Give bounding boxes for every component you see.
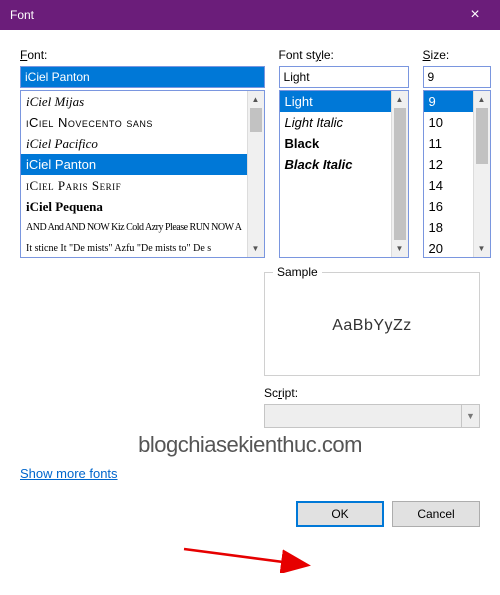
- list-item[interactable]: iCiel Mijas: [21, 91, 247, 112]
- sample-label: Sample: [273, 265, 322, 279]
- font-input[interactable]: [20, 66, 265, 88]
- scrollbar[interactable]: ▲ ▼: [473, 91, 490, 257]
- font-label: Font:: [20, 48, 265, 62]
- titlebar: Font ×: [0, 0, 500, 30]
- list-item[interactable]: 18: [424, 217, 473, 238]
- list-item[interactable]: iCiel Panton: [21, 154, 247, 175]
- list-item[interactable]: 10: [424, 112, 473, 133]
- list-item[interactable]: Black Italic: [280, 154, 391, 175]
- list-item[interactable]: iCiel Pequena: [21, 196, 247, 217]
- chevron-up-icon[interactable]: ▲: [392, 91, 408, 108]
- size-input[interactable]: [423, 66, 491, 88]
- chevron-down-icon[interactable]: ▼: [461, 405, 479, 427]
- chevron-up-icon[interactable]: ▲: [474, 91, 490, 108]
- list-item[interactable]: iCiel Paris Serif: [21, 175, 247, 196]
- list-item[interactable]: 20: [424, 238, 473, 257]
- list-item[interactable]: Light Italic: [280, 112, 391, 133]
- sample-text: AaBbYyZz: [275, 287, 469, 365]
- chevron-down-icon[interactable]: ▼: [474, 240, 490, 257]
- cancel-button[interactable]: Cancel: [392, 501, 480, 527]
- style-label: Font style:: [279, 48, 409, 62]
- close-icon[interactable]: ×: [460, 6, 490, 24]
- list-item[interactable]: 14: [424, 175, 473, 196]
- scrollbar[interactable]: ▲ ▼: [247, 91, 264, 257]
- size-label: Size:: [423, 48, 491, 62]
- style-listbox[interactable]: Light Light Italic Black Black Italic ▲ …: [279, 90, 409, 258]
- window-title: Font: [10, 8, 34, 22]
- sample-group: Sample AaBbYyZz: [264, 272, 480, 376]
- list-item[interactable]: It sticne It "De mists" Azfu "De mists t…: [21, 238, 247, 257]
- script-select[interactable]: ▼: [264, 404, 480, 428]
- list-item[interactable]: iCiel Pacifico: [21, 133, 247, 154]
- list-item[interactable]: 11: [424, 133, 473, 154]
- list-item[interactable]: 16: [424, 196, 473, 217]
- list-item[interactable]: Light: [280, 91, 391, 112]
- list-item[interactable]: 12: [424, 154, 473, 175]
- scrollbar[interactable]: ▲ ▼: [391, 91, 408, 257]
- ok-button[interactable]: OK: [296, 501, 384, 527]
- list-item[interactable]: Black: [280, 133, 391, 154]
- style-input[interactable]: [279, 66, 409, 88]
- arrow-annotation: [182, 545, 322, 573]
- list-item[interactable]: AND And AND NOW Kiz Cold Azry Please RUN…: [21, 217, 247, 238]
- script-label: Script:: [264, 386, 480, 400]
- chevron-up-icon[interactable]: ▲: [248, 91, 264, 108]
- list-item[interactable]: 9: [424, 91, 473, 112]
- font-listbox[interactable]: iCiel Mijas iCiel Novecento sans iCiel P…: [20, 90, 265, 258]
- size-listbox[interactable]: 9 10 11 12 14 16 18 20 ▲ ▼: [423, 90, 491, 258]
- chevron-down-icon[interactable]: ▼: [248, 240, 264, 257]
- script-value: [265, 405, 461, 427]
- list-item[interactable]: iCiel Novecento sans: [21, 112, 247, 133]
- show-more-fonts-link[interactable]: Show more fonts: [20, 466, 118, 481]
- chevron-down-icon[interactable]: ▼: [392, 240, 408, 257]
